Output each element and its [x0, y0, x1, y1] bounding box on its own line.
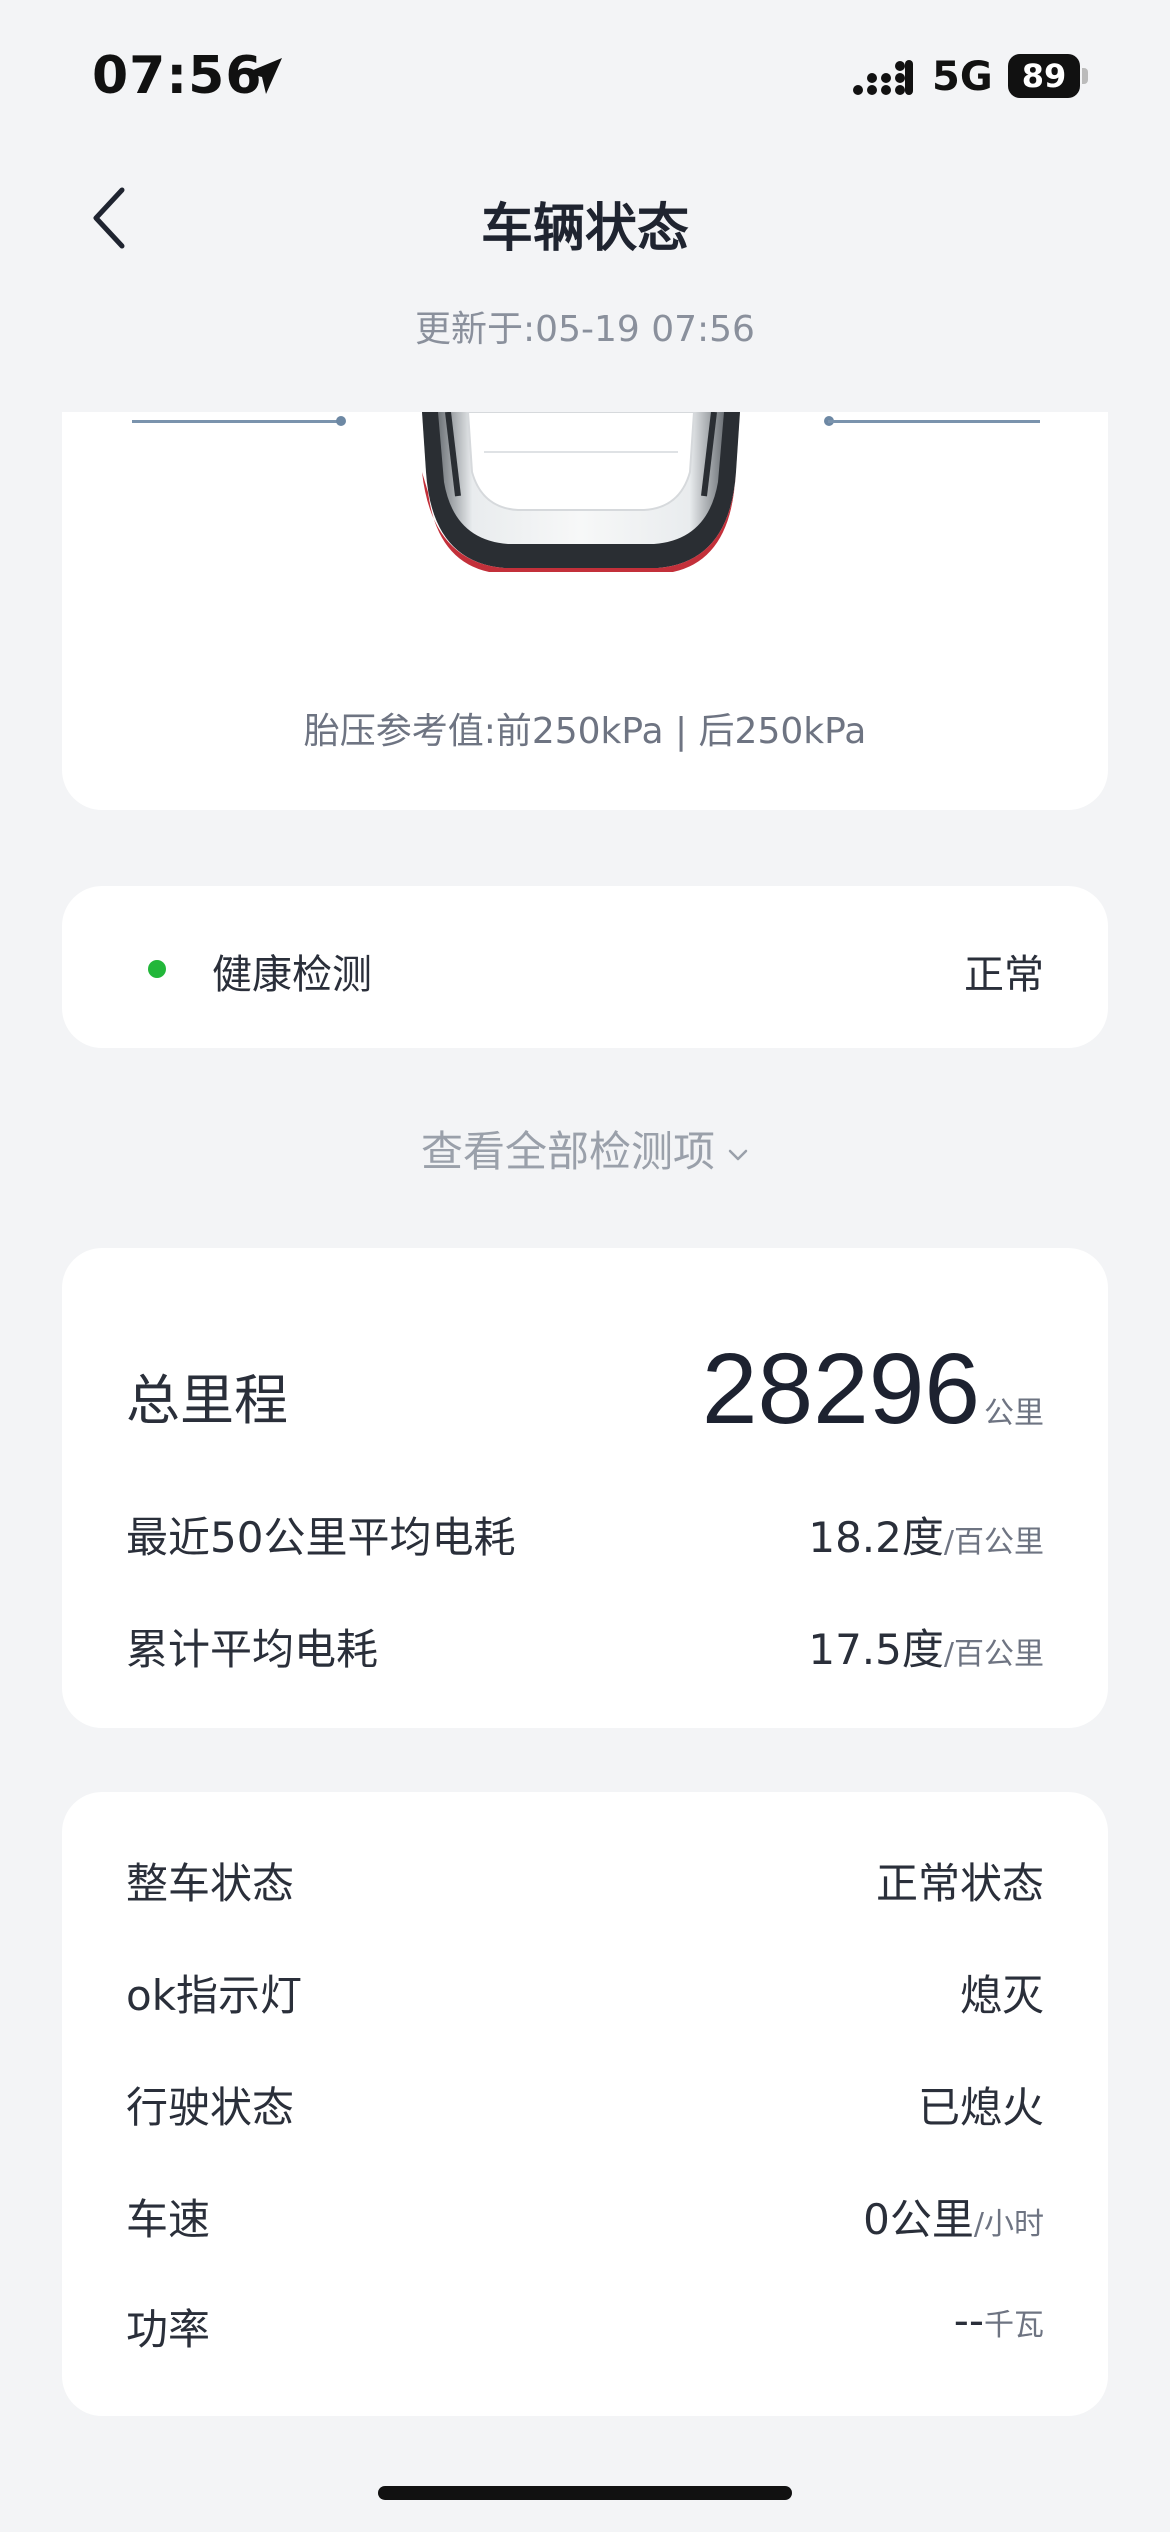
vehicle-status-card: 整车状态 正常状态 ok指示灯 熄灭 行驶状态 已熄火 车速 0公里/小时 功率…	[62, 1792, 1108, 2416]
status-row-value: --	[953, 2296, 984, 2345]
cumulative-consumption-label: 累计平均电耗	[126, 1625, 379, 1674]
cellular-signal-icon	[853, 60, 913, 95]
home-indicator[interactable]	[378, 2486, 792, 2500]
health-check-label: 健康检测	[212, 952, 372, 998]
car-top-view-image	[422, 412, 740, 572]
battery-indicator: 89	[1008, 54, 1088, 98]
chevron-down-icon	[728, 1149, 748, 1160]
status-row-unit: /小时	[973, 2207, 1044, 2242]
status-row-value: 0公里	[863, 2195, 974, 2244]
recent-consumption-unit: /百公里	[943, 1525, 1044, 1560]
status-row-value: 已熄火	[917, 2083, 1044, 2132]
status-row-value-wrap: 熄灭	[960, 1962, 1044, 2023]
front-right-tire-line	[828, 420, 1040, 423]
tire-pressure-reference: 胎压参考值:前250kPa | 后250kPa	[303, 711, 867, 752]
status-row-unit: 千瓦	[984, 2308, 1044, 2343]
status-row-value-wrap: --千瓦	[954, 2296, 1044, 2345]
status-row-label: 车速	[126, 2195, 211, 2244]
status-row-value-wrap: 已熄火	[918, 2074, 1044, 2135]
total-mileage: 28296 公里	[702, 1332, 1044, 1447]
status-time: 07:56	[92, 46, 263, 106]
health-check-value: 正常	[964, 952, 1044, 998]
status-row-value: 熄灭	[959, 1971, 1044, 2020]
status-row-label: 整车状态	[126, 1859, 295, 1908]
front-left-tire-dot	[336, 416, 346, 426]
cumulative-consumption-value: 17.5度	[808, 1625, 944, 1674]
battery-tip	[1082, 68, 1088, 84]
location-arrow-icon	[246, 58, 282, 94]
status-bar: 07:56 5G 89	[0, 0, 1170, 150]
status-row-label: ok指示灯	[126, 1971, 303, 2020]
health-check-row[interactable]: 健康检测 正常	[62, 886, 1108, 1048]
status-row-label: 行驶状态	[126, 2083, 295, 2132]
front-left-tire-line	[132, 420, 344, 423]
view-all-checks-button[interactable]: 查看全部检测项	[0, 1118, 1170, 1179]
battery-level: 89	[1008, 54, 1080, 98]
status-row-label: 功率	[126, 2305, 211, 2354]
total-mileage-label: 总里程	[126, 1369, 288, 1432]
network-type: 5G	[932, 54, 993, 100]
status-row-value: 正常状态	[875, 1859, 1044, 1908]
cumulative-consumption-unit: /百公里	[943, 1637, 1044, 1672]
updated-time: 更新于:05-19 07:56	[415, 309, 755, 350]
view-all-checks-label: 查看全部检测项	[420, 1127, 715, 1176]
status-row-value-wrap: 正常状态	[876, 1850, 1044, 1911]
mileage-card: 总里程 28296 公里 最近50公里平均电耗 18.2度/百公里 累计平均电耗 …	[62, 1248, 1108, 1728]
status-row-value-wrap: 0公里/小时	[863, 2186, 1044, 2247]
total-mileage-unit: 公里	[984, 1396, 1044, 1431]
page-title: 车辆状态	[480, 199, 689, 259]
total-mileage-value: 28296	[701, 1333, 980, 1445]
recent-consumption: 18.2度/百公里	[808, 1504, 1044, 1565]
recent-consumption-value: 18.2度	[808, 1513, 944, 1562]
tire-pressure-card: 胎压参考值:前250kPa | 后250kPa	[62, 412, 1108, 810]
health-status-dot	[148, 960, 166, 978]
cumulative-consumption: 17.5度/百公里	[808, 1616, 1044, 1677]
recent-consumption-label: 最近50公里平均电耗	[126, 1513, 516, 1562]
